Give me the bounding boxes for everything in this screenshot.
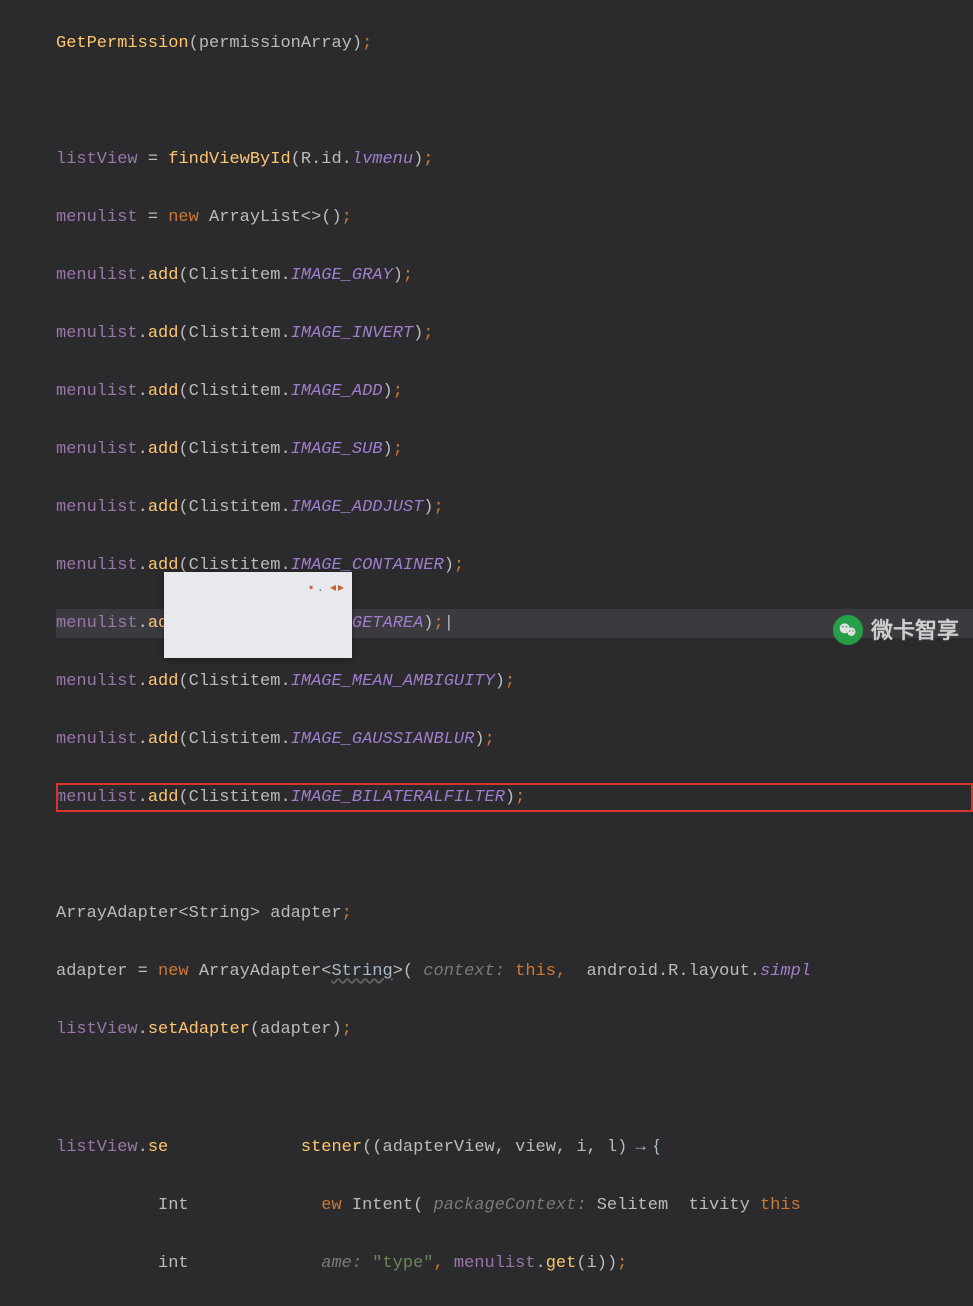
parameter-hint: packageContext: (434, 1196, 587, 1215)
palette-swatches[interactable]: ▪. ◂▸ (308, 574, 346, 603)
watermark-text: 微卡智享 (871, 616, 959, 645)
swatch-icon[interactable]: ▪ (308, 581, 317, 595)
paren: ) (352, 34, 362, 53)
code-editor[interactable]: GetPermission(permissionArray); listView… (0, 0, 973, 1306)
code-line[interactable]: Intent intent = ew Intent( packageContex… (56, 1191, 973, 1220)
code-line[interactable]: menulist = new ArrayList<>(); (56, 203, 973, 232)
code-line[interactable]: menulist.add(Clistitem.IMAGE_GAUSSIANBLU… (56, 725, 973, 754)
parameter-hint: ame: (321, 1254, 362, 1273)
code-line[interactable]: ArrayAdapter<String> adapter; (56, 899, 973, 928)
blank-line (56, 87, 973, 116)
code-line[interactable]: listView.setOnItemCli stener((adapterVie… (56, 1131, 973, 1162)
code-line[interactable]: menulist.add(Clistitem.IMAGE_SUB); (56, 435, 973, 464)
method-call: findViewById (168, 150, 290, 169)
code-line[interactable]: listView.setAdapter(adapter); (56, 1015, 973, 1044)
code-line[interactable]: menulist.add(Clistitem.IMAGE_GRAY); (56, 261, 973, 290)
swatch-icon[interactable]: . (317, 581, 326, 595)
semicolon: ; (362, 34, 372, 53)
code-line[interactable]: menulist.add(Clistitem.IMAGE_ADD); (56, 377, 973, 406)
code-line[interactable]: menulist.add(Clistitem.IMAGE_MEAN_AMBIGU… (56, 667, 973, 696)
resize-arrows-icon[interactable]: ◂▸ (330, 574, 346, 603)
string-literal: "type" (372, 1254, 433, 1273)
code-line[interactable]: menulist.add(Clistitem.IMAGE_ADDJUST); (56, 493, 973, 522)
blank-line (56, 841, 973, 870)
code-line-boxed[interactable]: menulist.add(Clistitem.IMAGE_BILATERALFI… (56, 783, 973, 812)
paren: ( (189, 34, 199, 53)
blank-line (56, 1073, 973, 1102)
lambda-arrow-icon: → { (627, 1136, 659, 1155)
warning-underline: String (331, 962, 392, 981)
code-line[interactable]: menulist.add(Clistitem.IMAGE_INVERT); (56, 319, 973, 348)
wechat-icon (833, 615, 863, 645)
parameter-hint: context: (423, 962, 505, 981)
method-call: GetPermission (56, 34, 189, 53)
code-line[interactable]: listView = findViewById(R.id.lvmenu); (56, 145, 973, 174)
code-line[interactable]: GetPermission(permissionArray); (56, 29, 973, 58)
identifier: permissionArray (199, 34, 352, 53)
watermark: 微卡智享 (833, 615, 959, 645)
cursor-icon: | (444, 614, 454, 633)
field: listView (56, 150, 138, 169)
color-picker-popup[interactable]: ▪. ◂▸ (164, 572, 352, 658)
constant: lvmenu (352, 150, 413, 169)
code-line[interactable]: intent.putExtra(ame: "type", menulist.ge… (56, 1249, 973, 1278)
code-line[interactable]: adapter = new ArrayAdapter<String>( cont… (56, 957, 973, 986)
